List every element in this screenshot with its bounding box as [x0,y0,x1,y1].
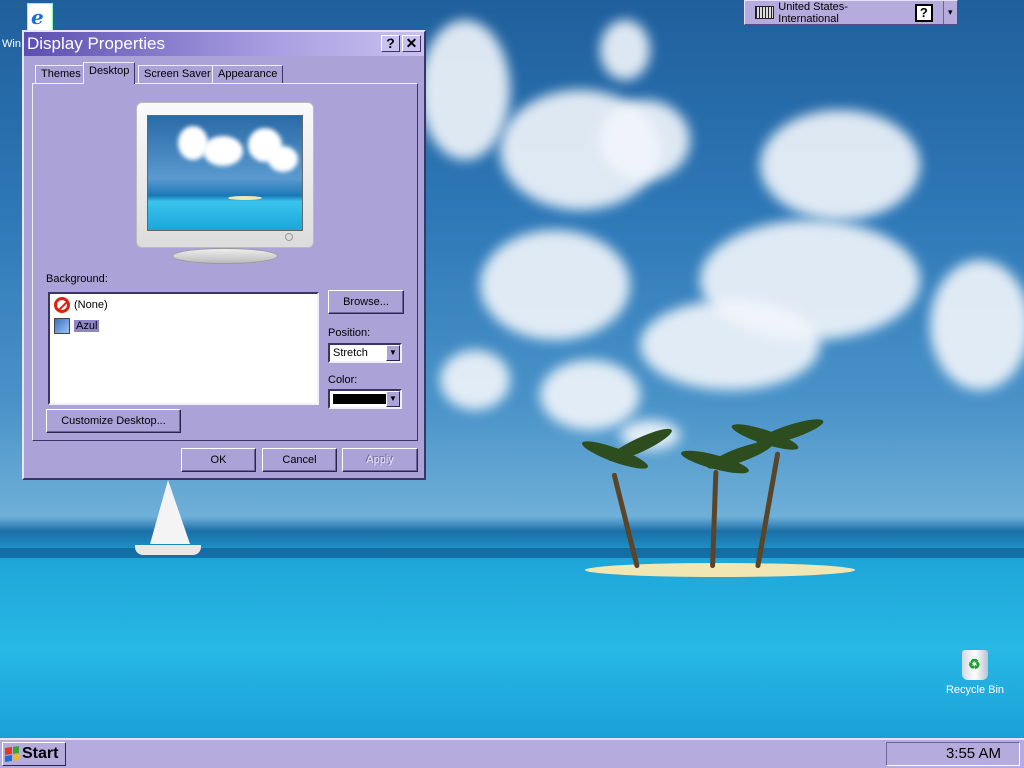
start-button[interactable]: Start [2,742,66,766]
recycle-bin[interactable]: ♻ Recycle Bin [945,650,1005,696]
language-name[interactable]: United States-International [778,1,903,25]
dialog-title: Display Properties [27,34,165,53]
tab-appearance[interactable]: Appearance [212,65,284,83]
no-wallpaper-icon [54,297,70,313]
color-swatch [333,394,389,404]
image-file-icon [54,318,70,334]
start-label: Start [22,745,59,762]
display-properties-dialog: Display Properties ? ✕ Themes Desktop Sc… [22,30,426,480]
internet-explorer-icon[interactable]: e [27,3,53,31]
list-item-label: (None) [74,299,108,311]
position-value: Stretch [333,347,368,359]
clock[interactable]: 3:55 AM [886,742,1020,766]
position-select[interactable]: Stretch ▼ [328,343,402,363]
tab-desktop[interactable]: Desktop [83,62,136,84]
monitor-stand [172,248,278,264]
color-picker[interactable]: ▼ [328,389,402,409]
windows-logo-icon [5,746,19,762]
customize-desktop-button[interactable]: Customize Desktop... [46,409,181,433]
language-bar: United States-International ? ▾ [744,0,958,25]
keyboard-icon[interactable] [755,6,775,19]
desktop-icon-label[interactable]: Win [2,38,24,50]
recycle-bin-label[interactable]: Recycle Bin [945,684,1005,696]
background-list[interactable]: (None) Azul [48,292,319,405]
background-label: Background: [46,273,108,285]
tab-screen-saver[interactable]: Screen Saver [138,65,217,83]
help-button[interactable]: ? [381,35,400,52]
apply-button[interactable]: Apply [342,448,418,472]
cancel-button[interactable]: Cancel [262,448,337,472]
help-icon[interactable]: ? [915,3,933,22]
position-label: Position: [328,327,371,339]
taskbar: Start 3:55 AM [0,738,1024,768]
language-bar-menu-button[interactable]: ▾ [942,1,957,24]
color-label: Color: [328,374,358,386]
sailboat [150,480,190,544]
chevron-down-icon[interactable]: ▼ [386,391,400,407]
ok-button[interactable]: OK [181,448,256,472]
wallpaper-preview [147,115,303,231]
close-button[interactable]: ✕ [402,35,421,52]
recycle-bin-icon[interactable]: ♻ [962,650,988,680]
island [585,563,855,577]
chevron-down-icon[interactable]: ▼ [386,345,400,361]
title-bar[interactable]: Display Properties ? ✕ [24,32,424,56]
power-knob-icon [285,233,293,241]
tab-themes[interactable]: Themes [35,65,87,83]
list-item[interactable]: Azul [54,317,100,335]
list-item-label: Azul [74,320,100,332]
browse-button[interactable]: Browse... [328,290,404,314]
list-item[interactable]: (None) [54,296,108,314]
monitor-preview [136,102,314,248]
